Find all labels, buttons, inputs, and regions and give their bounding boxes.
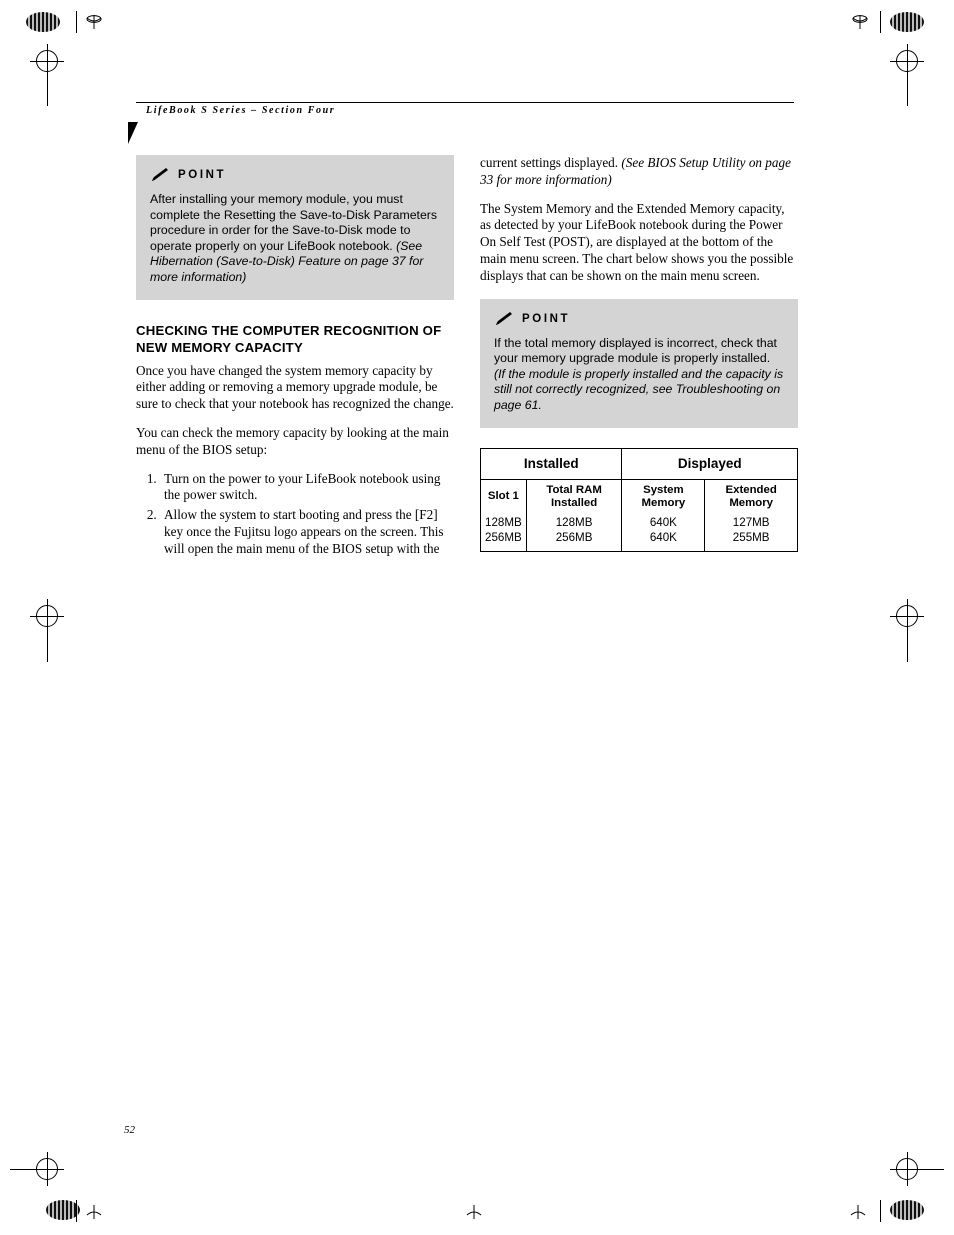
crop-line-mid-right: [907, 632, 908, 662]
steps-list: Turn on the power to your LifeBook noteb…: [136, 471, 454, 558]
registration-target-top-left: [30, 44, 64, 78]
print-color-blob-bottom-left: [46, 1200, 80, 1220]
document-page: LifeBook S Series – Section Four POINT A…: [0, 0, 954, 1235]
table-cell: 640K: [621, 530, 706, 552]
point-box-left-text: After installing your memory module, you…: [150, 192, 440, 286]
pencil-icon: [494, 311, 514, 327]
point-box-right: POINT If the total memory displayed is i…: [480, 298, 798, 428]
registration-mark-bottom-center: [464, 1204, 484, 1219]
registration-mark-top-right: [850, 14, 870, 29]
table-column-header-total-ram: Total RAM Installed: [525, 478, 623, 515]
right-paragraph-1: The System Memory and the Extended Memor…: [480, 200, 794, 283]
crop-line-top-right: [907, 76, 908, 106]
print-color-blob-bottom-right: [890, 1200, 924, 1220]
left-paragraph-1: Once you have changed the system memory …: [136, 362, 454, 412]
registration-target-mid-right: [890, 599, 924, 633]
table-column-header-slot1: Slot 1: [480, 478, 527, 515]
table-cell: 255MB: [704, 530, 798, 552]
corner-flag-mark: [128, 122, 138, 144]
table-cell: 256MB: [480, 530, 527, 552]
right-column: current settings displayed. (See BIOS Se…: [479, 155, 798, 552]
point-box-left-header: POINT: [150, 167, 440, 183]
point-box-right-text: If the total memory displayed is incorre…: [494, 336, 784, 414]
table-cell: 128MB: [480, 514, 527, 531]
table-row: 128MB 128MB 640K 127MB: [480, 514, 798, 531]
header-rule: [136, 102, 794, 103]
left-paragraph-2: You can check the memory capacity by loo…: [136, 424, 449, 457]
point-box-right-label: POINT: [522, 312, 571, 325]
point-box-right-text-italic: (If the module is properly installed and…: [494, 366, 784, 412]
table-cell: 640K: [621, 514, 706, 531]
print-color-blob-top-left: [26, 12, 60, 32]
crop-mark-bar-bottom-left: [76, 1200, 77, 1222]
table-group-header-displayed: Displayed: [621, 447, 798, 480]
table-cell: 256MB: [525, 530, 623, 552]
crop-line-bottom-left: [10, 1169, 30, 1170]
crop-mark-bar-bottom-right: [880, 1200, 881, 1222]
crop-line-mid-left: [47, 632, 48, 662]
table-row: 256MB 256MB 640K 255MB: [480, 530, 798, 552]
point-box-left: POINT After installing your memory modul…: [136, 155, 454, 300]
registration-mark-bottom-left: [84, 1204, 104, 1219]
registration-target-top-right: [890, 44, 924, 78]
memory-display-table: Installed Displayed Slot 1 Total RAM Ins…: [479, 447, 798, 552]
registration-target-bottom-right: [890, 1152, 924, 1186]
crop-line-bottom-right: [924, 1169, 944, 1170]
section-heading: CHECKING THE COMPUTER RECOGNITION OF NEW…: [136, 322, 442, 356]
left-column: POINT After installing your memory modul…: [136, 155, 454, 561]
table-group-header-installed: Installed: [479, 447, 623, 480]
point-box-right-header: POINT: [494, 311, 784, 327]
right-continued-paragraph: current settings displayed. (See BIOS Se…: [480, 155, 798, 189]
pencil-icon: [150, 167, 170, 183]
point-box-left-label: POINT: [178, 169, 227, 181]
crop-line-top-left: [47, 76, 48, 106]
table-column-header-extended-memory: Extended Memory: [704, 478, 798, 515]
point-box-right-text-plain: If the total memory displayed is incorre…: [494, 335, 777, 366]
list-item: Allow the system to start booting and pr…: [160, 507, 454, 557]
page-number: 52: [124, 1124, 135, 1136]
crop-mark-bar-top-right: [880, 11, 881, 33]
registration-target-mid-left: [30, 599, 64, 633]
list-item: Turn on the power to your LifeBook noteb…: [160, 471, 454, 505]
point-box-left-text-plain: After installing your memory module, you…: [150, 192, 438, 253]
table-column-header-system-memory: System Memory: [621, 478, 706, 515]
right-continued-plain: current settings displayed.: [480, 155, 622, 170]
table-group-header-row: Installed Displayed: [479, 447, 798, 480]
running-head: LifeBook S Series – Section Four: [146, 105, 336, 116]
registration-target-bottom-left: [30, 1152, 64, 1186]
table-cell: 128MB: [525, 514, 623, 531]
print-color-blob-top-right: [890, 12, 924, 32]
crop-mark-bar-top-left: [76, 11, 77, 33]
table-cell: 127MB: [704, 514, 798, 531]
registration-mark-bottom-right: [848, 1204, 868, 1219]
registration-mark-top-left: [84, 14, 104, 29]
table-column-header-row: Slot 1 Total RAM Installed System Memory…: [480, 478, 798, 515]
